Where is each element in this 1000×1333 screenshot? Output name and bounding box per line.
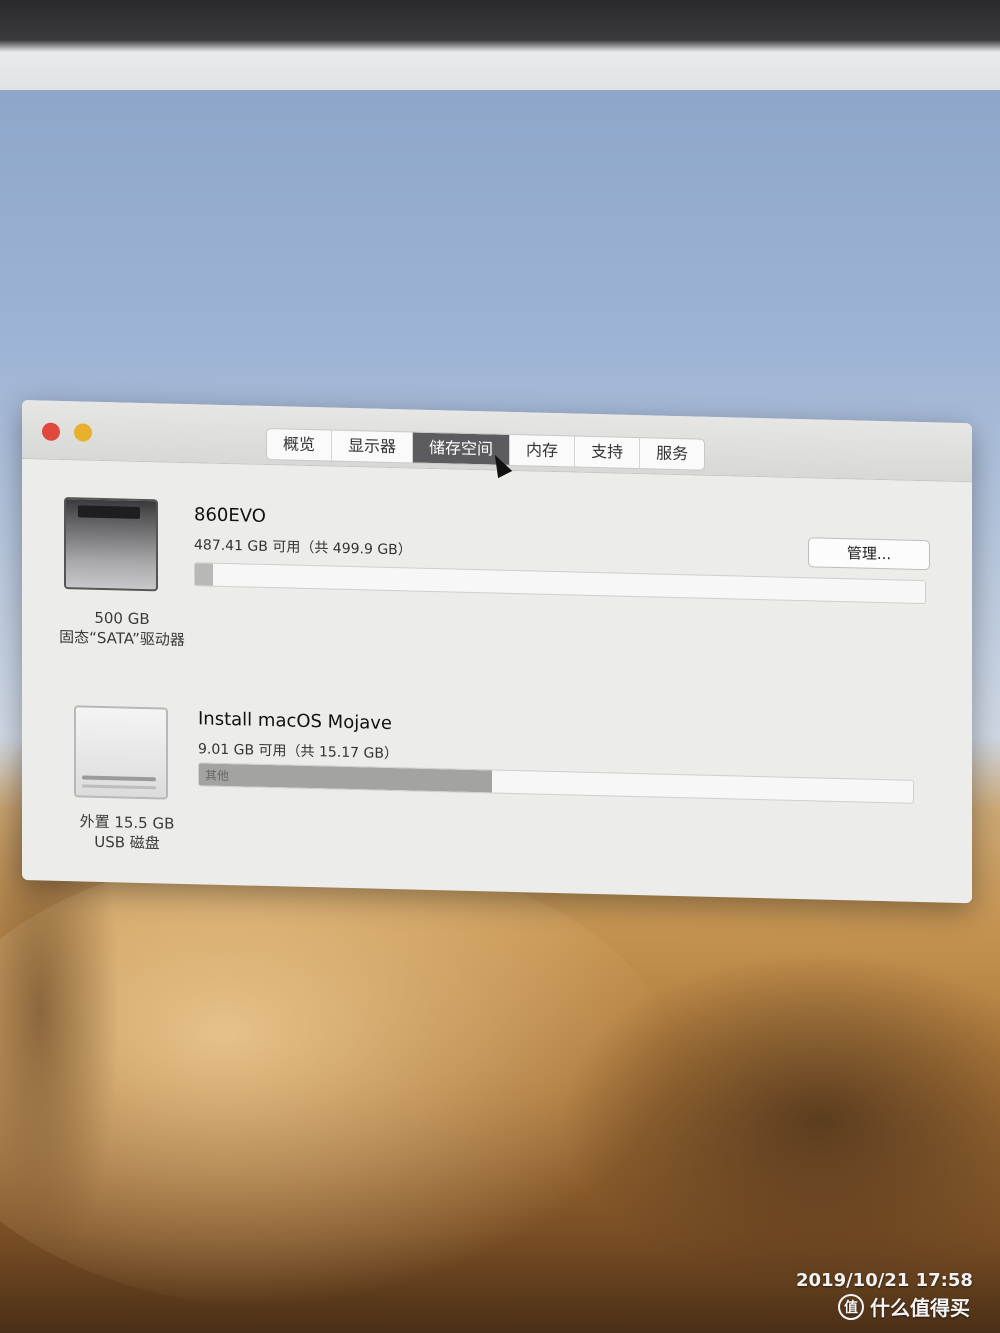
drive-caption: 外置 15.5 GB USB 磁盘: [42, 810, 212, 854]
storage-pane: 500 GB 固态“SATA”驱动器 860EVO 487.41 GB 可用（共…: [22, 458, 972, 903]
watermark-badge-icon: 值: [838, 1293, 864, 1320]
close-button[interactable]: [42, 422, 60, 441]
watermark-text: 什么值得买: [870, 1296, 970, 1320]
volume-name: Install macOS Mojave: [198, 708, 392, 735]
tab-overview[interactable]: 概览: [267, 428, 333, 461]
photo-timestamp: 2019/10/21 17:58: [796, 1270, 973, 1291]
tab-memory[interactable]: 内存: [510, 434, 576, 467]
volume-availability: 487.41 GB 可用（共 499.9 GB）: [194, 537, 412, 559]
usb-drive-slot: [82, 775, 156, 782]
drive-type: USB 磁盘: [94, 832, 160, 853]
drive-caption: 500 GB 固态“SATA”驱动器: [32, 606, 212, 650]
drive-type: 固态“SATA”驱动器: [59, 627, 185, 649]
storage-usage-fill: [195, 563, 214, 586]
storage-usage-bar: 其他: [198, 762, 914, 804]
tab-bar: 概览 显示器 储存空间 内存 支持 服务: [266, 427, 706, 471]
volume-availability: 9.01 GB 可用（共 15.17 GB）: [198, 741, 398, 763]
ssd-drive-icon: [64, 497, 158, 592]
volume-name: 860EVO: [194, 504, 266, 527]
minimize-button[interactable]: [74, 423, 92, 442]
storage-usage-fill: [199, 763, 492, 793]
usb-drive-icon: [74, 705, 168, 800]
about-this-mac-window: 概览 显示器 储存空间 内存 支持 服务 500 GB 固态“SATA”驱动器 …: [22, 400, 972, 904]
tab-support[interactable]: 支持: [575, 436, 641, 469]
ssd-label-plate: [78, 505, 140, 519]
tab-displays[interactable]: 显示器: [332, 430, 414, 463]
tab-service[interactable]: 服务: [640, 438, 704, 470]
storage-usage-bar: [194, 562, 926, 605]
photo-watermark: 值 什么值得买: [838, 1292, 970, 1321]
manage-button[interactable]: 管理...: [808, 537, 930, 571]
monitor-bezel: [0, 0, 1000, 95]
storage-category-label: 其他: [205, 768, 230, 784]
usb-drive-slot-lower: [82, 784, 156, 790]
